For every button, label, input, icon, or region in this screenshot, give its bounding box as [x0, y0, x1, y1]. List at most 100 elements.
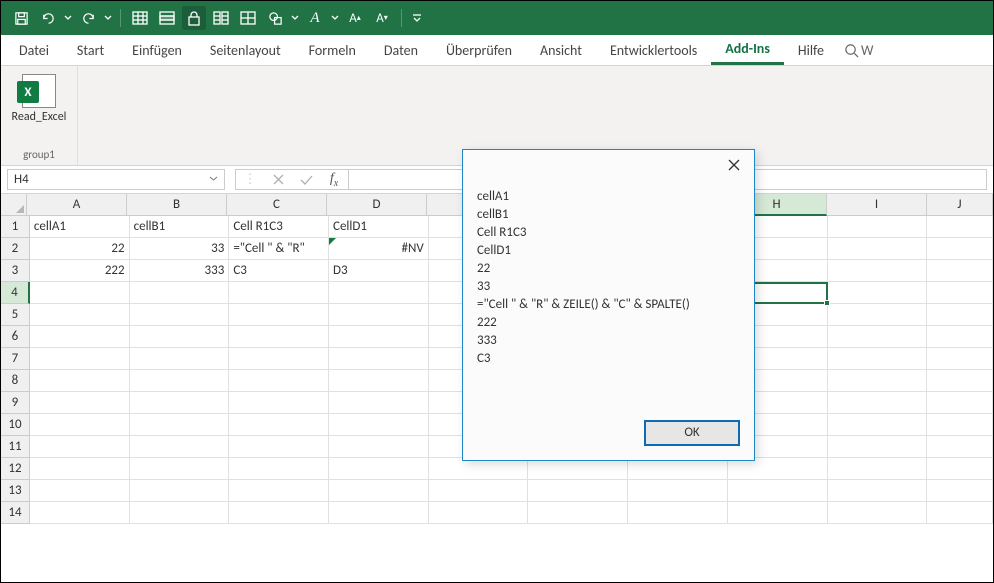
cell[interactable]: [130, 458, 230, 480]
cell[interactable]: [130, 282, 230, 304]
cell[interactable]: [628, 480, 728, 502]
cell[interactable]: [229, 282, 329, 304]
tab-file[interactable]: Datei: [5, 35, 63, 65]
cell[interactable]: [927, 436, 993, 458]
cell[interactable]: [828, 502, 928, 524]
cell[interactable]: [828, 326, 928, 348]
cell[interactable]: [828, 216, 928, 238]
cell[interactable]: [130, 392, 230, 414]
cell[interactable]: 333: [130, 260, 230, 282]
tab-view[interactable]: Ansicht: [526, 35, 596, 65]
customize-qat-icon[interactable]: [409, 6, 425, 30]
undo-dropdown-icon[interactable]: [63, 6, 73, 30]
shapes-icon[interactable]: [263, 6, 287, 30]
enter-icon[interactable]: [292, 170, 320, 189]
cell[interactable]: [229, 414, 329, 436]
cell[interactable]: [728, 502, 828, 524]
row-header[interactable]: 2: [1, 238, 30, 260]
cell[interactable]: D3: [329, 260, 429, 282]
cell[interactable]: [927, 414, 993, 436]
cell[interactable]: [828, 414, 928, 436]
cell[interactable]: [528, 458, 628, 480]
cell[interactable]: [30, 392, 130, 414]
cell[interactable]: [927, 480, 993, 502]
tab-data[interactable]: Daten: [370, 35, 432, 65]
cell[interactable]: [927, 502, 993, 524]
cell[interactable]: [728, 480, 828, 502]
cell[interactable]: [828, 282, 928, 304]
cell[interactable]: [927, 326, 993, 348]
row-header[interactable]: 11: [1, 436, 30, 458]
cell[interactable]: ="Cell " & "R": [229, 238, 329, 260]
tab-formulas[interactable]: Formeln: [295, 35, 370, 65]
cell[interactable]: [927, 260, 993, 282]
cell[interactable]: [927, 348, 993, 370]
cell[interactable]: [30, 370, 130, 392]
cell[interactable]: [30, 458, 130, 480]
row-header[interactable]: 14: [1, 502, 30, 524]
row-header[interactable]: 10: [1, 414, 30, 436]
cell[interactable]: [30, 480, 130, 502]
tab-addins[interactable]: Add-Ins: [711, 35, 784, 65]
ok-button[interactable]: OK: [644, 420, 740, 446]
cell[interactable]: [927, 370, 993, 392]
cell[interactable]: 22: [30, 238, 130, 260]
row-header[interactable]: 8: [1, 370, 30, 392]
cell[interactable]: CellD1: [329, 216, 429, 238]
cell[interactable]: Cell R1C3: [229, 216, 329, 238]
cell[interactable]: 33: [130, 238, 230, 260]
cell[interactable]: [30, 282, 130, 304]
cell[interactable]: [828, 260, 928, 282]
cell[interactable]: cellA1: [30, 216, 130, 238]
cell[interactable]: [329, 348, 429, 370]
close-icon[interactable]: [720, 153, 748, 177]
cell[interactable]: [329, 282, 429, 304]
cell[interactable]: [329, 480, 429, 502]
cell[interactable]: [329, 502, 429, 524]
cell[interactable]: [130, 348, 230, 370]
cell[interactable]: [329, 458, 429, 480]
cell[interactable]: [927, 304, 993, 326]
cell[interactable]: [229, 326, 329, 348]
fill-handle[interactable]: [824, 300, 830, 306]
cell[interactable]: [229, 392, 329, 414]
increase-font-icon[interactable]: A▴: [343, 6, 367, 30]
cell[interactable]: [30, 348, 130, 370]
cell[interactable]: [329, 370, 429, 392]
column-header[interactable]: C: [227, 194, 327, 216]
row-header[interactable]: 6: [1, 326, 30, 348]
cell[interactable]: [130, 436, 230, 458]
cell[interactable]: [927, 216, 993, 238]
ungroup-icon[interactable]: [209, 6, 233, 30]
insert-sheet-rows-icon[interactable]: [155, 6, 179, 30]
cell[interactable]: [30, 436, 130, 458]
cell[interactable]: [528, 502, 628, 524]
cell[interactable]: [728, 458, 828, 480]
cell[interactable]: [828, 436, 928, 458]
cell[interactable]: [927, 458, 993, 480]
cell[interactable]: [130, 304, 230, 326]
cell[interactable]: [329, 326, 429, 348]
column-header[interactable]: J: [927, 194, 993, 216]
cell[interactable]: [828, 370, 928, 392]
tab-help[interactable]: Hilfe: [784, 35, 838, 65]
row-header[interactable]: 1: [1, 216, 30, 238]
cell[interactable]: [828, 392, 928, 414]
cell[interactable]: [130, 414, 230, 436]
cancel-icon[interactable]: [264, 170, 292, 189]
redo-icon[interactable]: [76, 6, 100, 30]
cell[interactable]: [329, 304, 429, 326]
tab-review[interactable]: Überprüfen: [432, 35, 526, 65]
tab-insert[interactable]: Einfügen: [118, 35, 196, 65]
cell[interactable]: [130, 326, 230, 348]
cell[interactable]: [329, 414, 429, 436]
font-settings-icon[interactable]: A: [303, 6, 327, 30]
cell[interactable]: [229, 436, 329, 458]
row-header[interactable]: 7: [1, 348, 30, 370]
cell[interactable]: [927, 238, 993, 260]
save-icon[interactable]: [9, 6, 33, 30]
cell[interactable]: [229, 480, 329, 502]
cell[interactable]: [927, 282, 993, 304]
insert-cells-icon[interactable]: [128, 6, 152, 30]
cell[interactable]: [429, 458, 529, 480]
